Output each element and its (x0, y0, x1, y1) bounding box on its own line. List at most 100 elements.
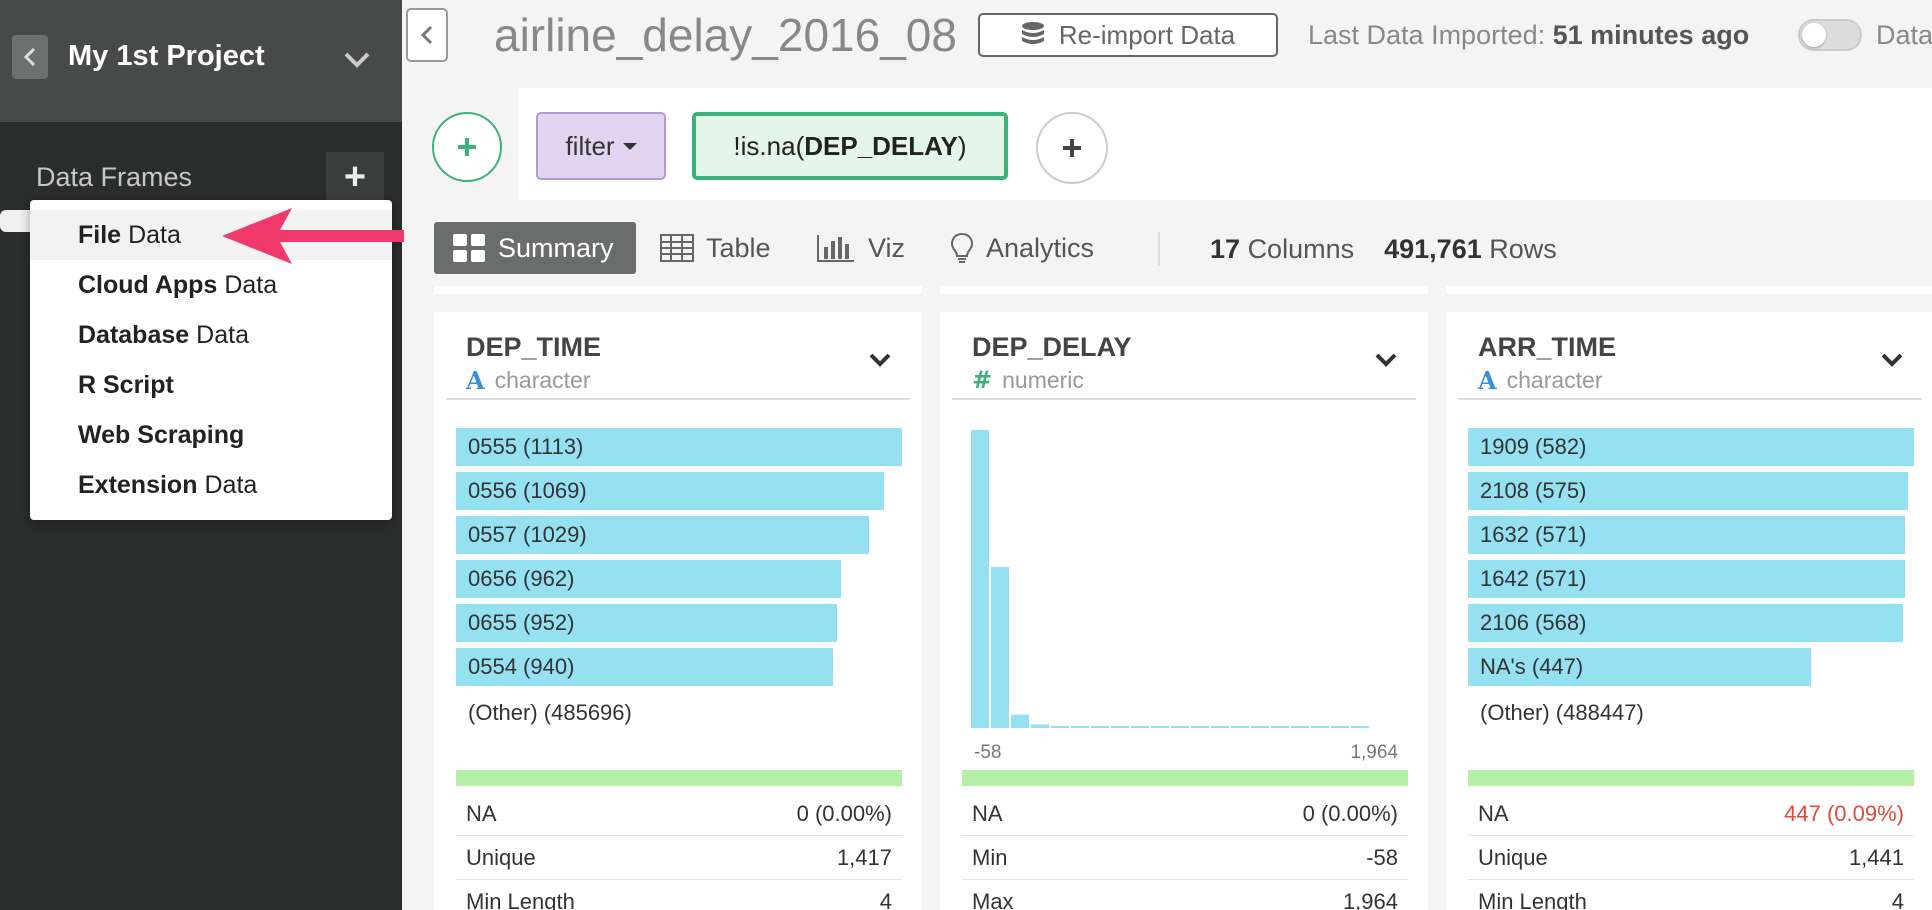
histogram-bin[interactable] (1191, 726, 1209, 728)
data-toggle[interactable] (1798, 19, 1862, 51)
table-icon (660, 234, 694, 262)
card-edge (940, 286, 1428, 294)
histogram-bin[interactable] (1271, 726, 1289, 728)
caret-down-icon (622, 142, 637, 150)
collapse-sidebar-button[interactable] (406, 8, 448, 62)
card-divider (952, 398, 1416, 400)
add-step-button[interactable] (432, 112, 502, 182)
histogram-bin[interactable] (1331, 726, 1349, 728)
reimport-button[interactable]: Re-import Data (978, 13, 1278, 57)
column-name: DEP_TIME (466, 332, 602, 362)
lightbulb-icon (950, 232, 974, 263)
bar-chart-icon (817, 235, 854, 262)
value-bar[interactable]: 1632 (571) (1468, 516, 1905, 554)
menu-item-web-scraping[interactable]: Web Scraping (30, 410, 392, 460)
column-card-dep-time: DEP_TIME Acharacter (Other) (485696) NA 0… (434, 312, 922, 910)
numeric-type-icon: # (972, 366, 993, 394)
other-count: (Other) (485696) (468, 700, 632, 725)
histogram-bin[interactable] (1351, 726, 1369, 728)
tab-viz[interactable]: Viz (816, 222, 905, 274)
database-icon (1021, 22, 1044, 44)
stat-row: NA 447 (0.09%) (1468, 792, 1914, 836)
histogram-bin[interactable] (1231, 726, 1249, 728)
grid-icon (453, 234, 485, 262)
value-bar[interactable]: 1909 (582) (1468, 428, 1914, 466)
card-divider (446, 398, 910, 400)
character-type-icon: A (466, 366, 485, 395)
filter-step-chip[interactable]: filter (536, 112, 666, 180)
menu-item-database-data[interactable]: Database Data (30, 310, 392, 360)
add-condition-button[interactable] (1036, 112, 1108, 184)
stat-row: NA 0 (0.00%) (456, 792, 902, 836)
value-bar[interactable]: 1642 (571) (1468, 560, 1905, 598)
tab-separator (1158, 232, 1160, 266)
stat-row: Unique 1,441 (1468, 836, 1914, 880)
histogram-bin[interactable] (1171, 726, 1189, 728)
histogram-max-label: 1,964 (1350, 742, 1398, 763)
histogram-bin[interactable] (1111, 726, 1129, 728)
chevron-down-icon[interactable] (868, 352, 892, 368)
histogram-bin[interactable] (1091, 726, 1109, 728)
column-type: Acharacter (466, 366, 591, 395)
menu-item-r-script[interactable]: R Script (30, 360, 392, 410)
validity-bar (1468, 770, 1914, 786)
chevron-down-icon[interactable] (1880, 352, 1904, 368)
column-card-arr-time: ARR_TIME Acharacter (Other) (488447) NA 4… (1446, 312, 1932, 910)
dataset-counts: 17 Columns 491,761 Rows (1210, 234, 1557, 264)
chevron-down-icon[interactable] (1374, 352, 1398, 368)
histogram-bin[interactable] (1311, 726, 1329, 728)
histogram-bin[interactable] (1051, 726, 1069, 728)
histogram-bin[interactable] (1131, 726, 1149, 728)
histogram-bin[interactable] (1031, 724, 1049, 728)
card-edge (1446, 286, 1932, 294)
add-data-frame-button[interactable]: + (326, 152, 384, 202)
histogram-bin[interactable] (1011, 714, 1029, 728)
value-bar[interactable]: 2108 (575) (1468, 472, 1908, 510)
project-title[interactable]: My 1st Project (68, 40, 265, 73)
menu-item-extension-data[interactable]: Extension Data (30, 460, 392, 510)
value-bar[interactable]: 2106 (568) (1468, 604, 1903, 642)
stat-row: Max 1,964 (962, 880, 1408, 910)
column-card-dep-delay: DEP_DELAY # numeric -58 1,964 NA 0 (0.00%)… (940, 312, 1428, 910)
stat-row: Min Length 4 (456, 880, 902, 910)
stat-row: Min Length 4 (1468, 880, 1914, 910)
plus-icon (458, 138, 476, 156)
chevron-left-icon (23, 47, 36, 67)
back-button[interactable] (12, 35, 48, 79)
value-bar[interactable]: 0655 (952) (456, 604, 837, 642)
value-bar[interactable]: 0555 (1113) (456, 428, 902, 466)
toggle-knob (1802, 23, 1826, 47)
chevron-left-icon (420, 25, 433, 45)
filter-condition-chip[interactable]: !is.na(DEP_DELAY) (692, 112, 1008, 180)
column-name: DEP_DELAY (972, 332, 1132, 362)
histogram-min-label: -58 (974, 742, 1002, 763)
dataset-title: airline_delay_2016_08 (494, 9, 957, 61)
histogram-bin[interactable] (1251, 726, 1269, 728)
histogram-bin[interactable] (971, 430, 989, 728)
tab-table[interactable]: Table (660, 222, 771, 274)
card-edge (434, 286, 922, 294)
histogram-bin[interactable] (1211, 726, 1229, 728)
character-type-icon: A (1478, 366, 1497, 395)
data-frames-label: Data Frames (36, 162, 193, 192)
stat-row: Min -58 (962, 836, 1408, 880)
histogram (971, 430, 1369, 728)
chevron-down-icon[interactable] (340, 44, 374, 74)
histogram-bin[interactable] (1071, 726, 1089, 728)
value-bar[interactable]: NA's (447) (1468, 648, 1811, 686)
histogram-bin[interactable] (1291, 726, 1309, 728)
card-divider (1458, 398, 1922, 400)
stat-row: NA 0 (0.00%) (962, 792, 1408, 836)
value-bar[interactable]: 0557 (1029) (456, 516, 869, 554)
histogram-bin[interactable] (1151, 726, 1169, 728)
validity-bar (456, 770, 902, 786)
value-bar[interactable]: 0556 (1069) (456, 472, 884, 510)
column-type: Acharacter (1478, 366, 1603, 395)
tab-analytics[interactable]: Analytics (950, 222, 1094, 274)
value-bar[interactable]: 0554 (940) (456, 648, 833, 686)
histogram-bin[interactable] (991, 567, 1009, 728)
last-imported-status: Last Data Imported: 51 minutes ago (1308, 20, 1750, 50)
validity-bar (962, 770, 1408, 786)
tab-summary[interactable]: Summary (434, 222, 636, 274)
value-bar[interactable]: 0656 (962) (456, 560, 841, 598)
